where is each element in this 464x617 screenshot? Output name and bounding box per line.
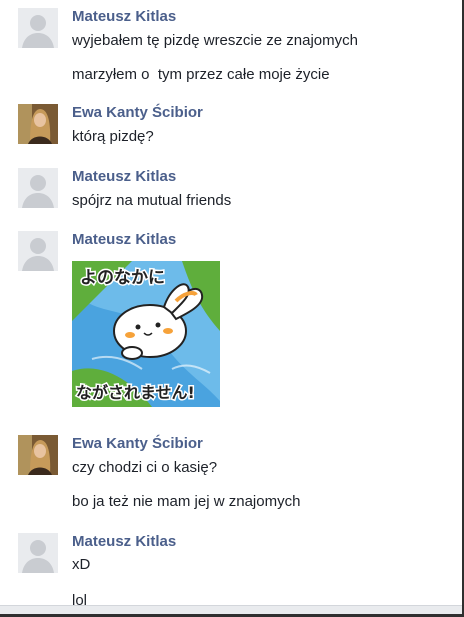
default-avatar-icon[interactable] bbox=[18, 8, 58, 48]
default-avatar-icon[interactable] bbox=[18, 231, 58, 271]
profile-photo-avatar[interactable] bbox=[18, 435, 58, 475]
sender-name[interactable]: Ewa Kanty Ścibior bbox=[72, 435, 203, 452]
default-avatar-icon[interactable] bbox=[18, 533, 58, 573]
sender-name[interactable]: Mateusz Kitlas bbox=[72, 231, 176, 248]
default-avatar-icon[interactable] bbox=[18, 168, 58, 208]
message-text: wyjebałem tę pizdę wreszcie ze znajomych bbox=[72, 32, 358, 49]
sender-name[interactable]: Ewa Kanty Ścibior bbox=[72, 104, 203, 121]
message-text: którą pizdę? bbox=[72, 128, 154, 145]
sender-name[interactable]: Mateusz Kitlas bbox=[72, 8, 176, 25]
message-text: marzyłem o tym przez całe moje życie bbox=[72, 66, 330, 83]
message-text: bo ja też nie mam jej w znajomych bbox=[72, 493, 301, 510]
rabbit-sticker[interactable]: よのなかに ながされません! bbox=[72, 261, 220, 407]
message-text: xD bbox=[72, 556, 91, 573]
sender-name[interactable]: Mateusz Kitlas bbox=[72, 533, 176, 550]
message-text: czy chodzi ci o kasię? bbox=[72, 459, 218, 476]
composer-edge bbox=[0, 605, 462, 614]
sender-name[interactable]: Mateusz Kitlas bbox=[72, 168, 176, 185]
chat-conversation: Mateusz Kitlas wyjebałem tę pizdę wreszc… bbox=[0, 0, 464, 617]
sticker-caption-bottom: ながされません! bbox=[76, 383, 195, 402]
profile-photo-avatar[interactable] bbox=[18, 104, 58, 144]
sticker-caption-top: よのなかに bbox=[80, 268, 165, 288]
message-text: spójrz na mutual friends bbox=[72, 192, 232, 209]
